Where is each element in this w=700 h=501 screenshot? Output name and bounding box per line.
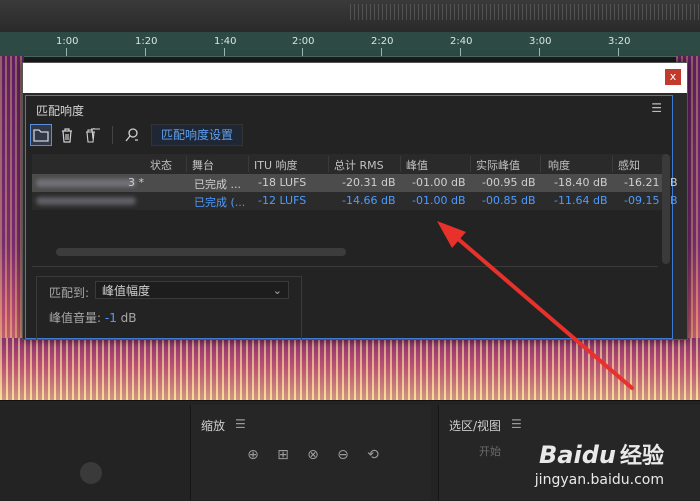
tick-mark	[381, 48, 382, 56]
time-label: 1:20	[135, 36, 158, 47]
time-label: 2:40	[450, 36, 473, 47]
zoom-out-icon[interactable]: ⊖	[333, 445, 353, 465]
panel-menu-icon[interactable]: ☰	[235, 417, 246, 431]
time-label: 3:20	[608, 36, 631, 47]
column-divider	[328, 156, 329, 172]
time-label: 1:00	[56, 36, 79, 47]
column-divider	[540, 156, 541, 172]
time-label: 2:20	[371, 36, 394, 47]
timeline-ruler[interactable]: 1:00 1:20 1:40 2:00 2:20 2:40 3:00 3:20	[0, 32, 700, 57]
column-itu-loudness[interactable]: ITU 响度	[254, 157, 298, 173]
waveform-overview-noise	[350, 4, 700, 20]
table-row[interactable]: 已完成 (... -12 LUFS -14.66 dB -01.00 dB -0…	[32, 192, 678, 210]
baidu-logo: Baidu	[539, 441, 616, 469]
cell-true-peak: -00.95 dB	[482, 176, 536, 189]
trash-icon[interactable]	[56, 124, 78, 146]
toolbar-divider	[112, 126, 113, 144]
cell-status: 已完成 ...	[194, 178, 241, 191]
dialog-titlebar[interactable]: x	[23, 63, 687, 93]
peak-volume-row: 峰值音量: -1 dB	[49, 309, 137, 326]
panel-title: 匹配响度	[36, 104, 85, 118]
tick-mark	[224, 48, 225, 56]
tick-mark	[460, 48, 461, 56]
watermark-jingyan: 经验	[619, 444, 664, 469]
time-label: 1:40	[214, 36, 237, 47]
match-loudness-dialog: x 匹配响度 ☰ 匹配响度设置 状态 舞台 ITU 响度 总计 RMS 峰值 实…	[22, 62, 688, 340]
table-header: 状态 舞台 ITU 响度 总计 RMS 峰值 实际峰值 响度 感知	[32, 154, 668, 174]
folder-icon[interactable]	[30, 124, 52, 146]
match-settings-group: 匹配到: 峰值幅度 ⌄ 峰值音量: -1 dB	[36, 276, 302, 339]
tick-mark	[618, 48, 619, 56]
loudness-table: 状态 舞台 ITU 响度 总计 RMS 峰值 实际峰值 响度 感知 3 * 已完…	[32, 154, 678, 210]
section-divider	[32, 266, 658, 267]
spectral-display[interactable]	[0, 338, 700, 400]
cell-peak: -01.00 dB	[412, 176, 466, 189]
zoom-toolbar: ⊕ ⊞ ⊗ ⊖ ⟲	[243, 445, 383, 465]
column-peak[interactable]: 峰值	[406, 157, 428, 173]
zoom-in-amplitude-icon[interactable]: ⊕	[243, 445, 263, 465]
trash-all-icon[interactable]	[82, 124, 104, 146]
tick-mark	[66, 48, 67, 56]
zoom-reset-icon[interactable]: ⟲	[363, 445, 383, 465]
cell-itu: -12 LUFS	[258, 194, 307, 207]
cell-itu: -18 LUFS	[258, 176, 307, 189]
peak-volume-label: 峰值音量:	[49, 311, 102, 325]
time-label: 2:00	[292, 36, 315, 47]
match-to-dropdown[interactable]: 峰值幅度 ⌄	[95, 281, 289, 299]
waveform-overview	[0, 0, 700, 32]
zoom-panel: 缩放 ☰ ⊕ ⊞ ⊗ ⊖ ⟲	[190, 405, 431, 500]
cell-true-peak: -00.85 dB	[482, 194, 536, 207]
match-to-value: 峰值幅度	[102, 284, 151, 298]
cell-peak: -01.00 dB	[412, 194, 466, 207]
column-divider	[612, 156, 613, 172]
selection-view-title: 选区/视图	[449, 419, 502, 433]
column-total-rms[interactable]: 总计 RMS	[334, 157, 384, 173]
column-loudness[interactable]: 响度	[548, 157, 570, 173]
column-status[interactable]: 状态	[150, 157, 172, 173]
column-divider	[186, 156, 187, 172]
blurred-filename	[36, 197, 136, 205]
close-button[interactable]: x	[665, 69, 681, 85]
cell-rms: -14.66 dB	[342, 194, 396, 207]
column-perceived[interactable]: 感知	[618, 157, 640, 173]
peak-volume-value[interactable]: -1	[105, 311, 117, 325]
column-divider	[400, 156, 401, 172]
tick-mark	[302, 48, 303, 56]
tick-mark	[145, 48, 146, 56]
baidu-watermark: Baidu 经验 jingyan.baidu.com	[535, 438, 664, 488]
match-loudness-panel: 匹配响度 ☰ 匹配响度设置 状态 舞台 ITU 响度 总计 RMS 峰值 实际峰…	[25, 95, 678, 339]
table-row[interactable]: 3 * 已完成 ... -18 LUFS -20.31 dB -01.00 dB…	[32, 174, 678, 192]
column-stage[interactable]: 舞台	[192, 157, 214, 173]
watermark-url: jingyan.baidu.com	[534, 472, 664, 488]
match-to-label: 匹配到:	[49, 286, 90, 300]
cell-rms: -20.31 dB	[342, 176, 396, 189]
scan-icon[interactable]	[121, 124, 143, 146]
panel-toolbar: 匹配响度设置	[30, 122, 244, 148]
zoom-in-time-icon[interactable]: ⊞	[273, 445, 293, 465]
peak-volume-unit: dB	[120, 311, 137, 325]
cell-loudness: -18.40 dB	[554, 176, 608, 189]
start-label: 开始	[479, 445, 501, 458]
cell-loudness: -11.64 dB	[554, 194, 608, 207]
panel-menu-icon[interactable]: ☰	[651, 101, 662, 115]
playhead-knob[interactable]	[80, 462, 102, 484]
cell-status: 已完成 (...	[194, 196, 246, 209]
vertical-scrollbar[interactable]	[662, 154, 670, 264]
horizontal-scrollbar[interactable]	[56, 248, 346, 256]
tick-mark	[539, 48, 540, 56]
zoom-panel-title: 缩放	[201, 419, 226, 433]
column-true-peak[interactable]: 实际峰值	[476, 157, 520, 173]
row-marker: 3 *	[128, 176, 144, 189]
chevron-down-icon: ⌄	[272, 284, 282, 297]
column-divider	[470, 156, 471, 172]
blurred-filename	[36, 179, 136, 187]
panel-menu-icon[interactable]: ☰	[511, 417, 522, 431]
zoom-in-icon[interactable]: ⊗	[303, 445, 323, 465]
time-label: 3:00	[529, 36, 552, 47]
column-divider	[248, 156, 249, 172]
match-loudness-settings-button[interactable]: 匹配响度设置	[151, 124, 244, 146]
